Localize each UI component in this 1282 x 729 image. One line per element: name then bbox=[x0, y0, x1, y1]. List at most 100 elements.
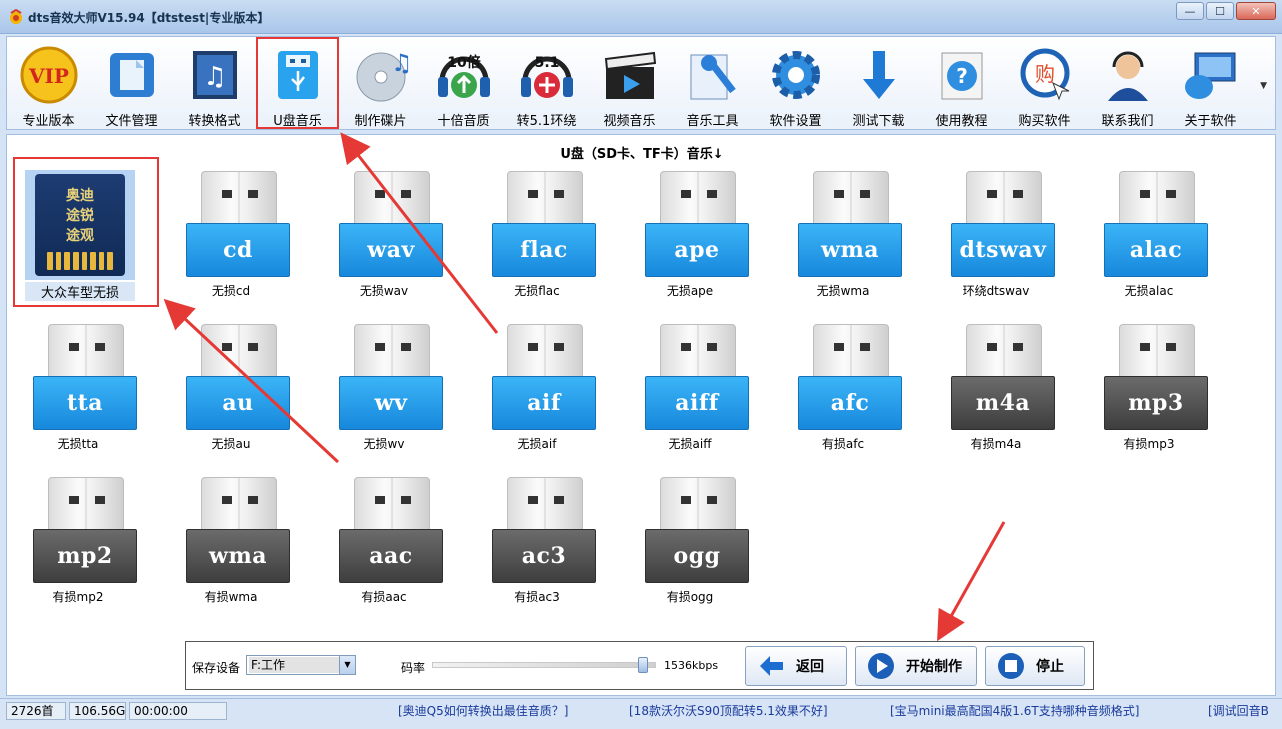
toolbar-label: 关于软件 bbox=[1184, 114, 1237, 129]
minimize-button[interactable]: — bbox=[1176, 2, 1204, 20]
format-item-flac-2[interactable]: flac 无损flac bbox=[467, 171, 607, 311]
toolbar-burn-disc[interactable]: ♫ 制作碟片 bbox=[339, 37, 422, 129]
save-device-value: F:工作 bbox=[249, 657, 339, 673]
format-caption: 有损mp3 bbox=[1123, 437, 1175, 451]
format-item-alac-6[interactable]: alac 无损alac bbox=[1079, 171, 1219, 311]
toolbar-buy[interactable]: 购 购买软件 bbox=[1003, 37, 1086, 129]
stop-button[interactable]: 停止 bbox=[985, 646, 1085, 686]
usb-icon bbox=[278, 51, 318, 99]
format-caption: 无损aiff bbox=[668, 437, 712, 451]
format-item-afc-12[interactable]: afc 有损afc bbox=[773, 324, 913, 464]
format-badge: wma bbox=[798, 223, 902, 277]
format-item-dtswav-5[interactable]: dtswav 环绕dtswav bbox=[926, 171, 1066, 311]
usb-drive-icon bbox=[1119, 171, 1195, 230]
toolbar-pro-version[interactable]: VIP 专业版本 bbox=[7, 37, 90, 129]
format-caption: 无损au bbox=[211, 437, 251, 451]
toolbar-contact[interactable]: 联系我们 bbox=[1086, 37, 1169, 129]
format-caption: 无损alac bbox=[1124, 284, 1174, 298]
toolbar-file-manager[interactable]: 文件管理 bbox=[90, 37, 173, 129]
format-item-ape-3[interactable]: ape 无损ape bbox=[620, 171, 760, 311]
arrow-left-icon bbox=[760, 656, 783, 676]
format-item-aac-17[interactable]: aac 有损aac bbox=[314, 477, 454, 617]
format-item-wma-4[interactable]: wma 无损wma bbox=[773, 171, 913, 311]
chevron-down-icon[interactable]: ▼ bbox=[339, 656, 355, 674]
format-badge: ape bbox=[645, 223, 749, 277]
usb-drive-icon bbox=[201, 171, 277, 230]
toolbar-video-music[interactable]: 视频音乐 bbox=[588, 37, 671, 129]
format-badge: wav bbox=[339, 223, 443, 277]
usb-drive-icon bbox=[813, 324, 889, 383]
usb-drive-icon bbox=[48, 324, 124, 383]
control-bar: 保存设备 F:工作 ▼ 码率 1536kbps 返回 开始制作 停止 bbox=[185, 641, 1094, 690]
toolbar-usb-music[interactable]: U盘音乐 bbox=[256, 37, 339, 129]
toolbar-overflow-icon[interactable]: ▼ bbox=[1260, 81, 1267, 91]
highlight-box-featured bbox=[13, 157, 159, 307]
status-link[interactable]: [宝马mini最高配国4版1.6T支持哪种音频格式] bbox=[890, 702, 1139, 719]
format-badge: cd bbox=[186, 223, 290, 277]
format-item-au-8[interactable]: au 无损au bbox=[161, 324, 301, 464]
format-item-ogg-19[interactable]: ogg 有损ogg bbox=[620, 477, 760, 617]
window-title: dts音效大师V15.94【dtstest|专业版本】 bbox=[28, 11, 270, 25]
start-button-label: 开始制作 bbox=[906, 659, 962, 675]
save-device-select[interactable]: F:工作 ▼ bbox=[246, 655, 356, 675]
format-badge: afc bbox=[798, 376, 902, 430]
format-item-aif-10[interactable]: aif 无损aif bbox=[467, 324, 607, 464]
svg-text:♫: ♫ bbox=[391, 49, 411, 77]
format-badge: au bbox=[186, 376, 290, 430]
headphone-10x-icon: 10倍 bbox=[438, 54, 490, 98]
format-caption: 有损ac3 bbox=[514, 590, 560, 604]
format-item-aiff-11[interactable]: aiff 无损aiff bbox=[620, 324, 760, 464]
format-item-wv-9[interactable]: wv 无损wv bbox=[314, 324, 454, 464]
toolbar-convert-format[interactable]: ♫ 转换格式 bbox=[173, 37, 256, 129]
toolbar-music-tools[interactable]: 音乐工具 bbox=[671, 37, 754, 129]
usb-drive-icon bbox=[354, 171, 430, 230]
status-duration: 00:00:00 bbox=[129, 702, 227, 720]
toolbar-test-download[interactable]: 测试下载 bbox=[837, 37, 920, 129]
bitrate-slider[interactable] bbox=[432, 657, 656, 673]
close-button[interactable]: ✕ bbox=[1236, 2, 1276, 20]
format-item-ac3-18[interactable]: ac3 有损ac3 bbox=[467, 477, 607, 617]
usb-drive-icon bbox=[660, 477, 736, 536]
usb-drive-icon bbox=[48, 477, 124, 536]
toolbar-label: 文件管理 bbox=[105, 114, 158, 129]
format-badge: alac bbox=[1104, 223, 1208, 277]
bitrate-slider-thumb[interactable] bbox=[638, 657, 649, 673]
toolbar-10x-quality[interactable]: 10倍 十倍音质 bbox=[422, 37, 505, 129]
format-caption: 环绕dtswav bbox=[962, 284, 1030, 298]
format-badge: m4a bbox=[951, 376, 1055, 430]
format-grid-panel: U盘（SD卡、TF卡）音乐↓ 奥迪 途锐 途观 大众车型无损 cd 无损cd wav… bbox=[6, 134, 1276, 696]
format-badge: aif bbox=[492, 376, 596, 430]
format-item-cd-0[interactable]: cd 无损cd bbox=[161, 171, 301, 311]
tools-icon bbox=[690, 54, 736, 100]
toolbar-label: 视频音乐 bbox=[603, 114, 656, 129]
toolbar-label: 测试下载 bbox=[852, 114, 905, 129]
format-item-mp2-15[interactable]: mp2 有损mp2 bbox=[8, 477, 148, 617]
format-item-wma-16[interactable]: wma 有损wma bbox=[161, 477, 301, 617]
toolbar-label: U盘音乐 bbox=[273, 114, 322, 129]
format-badge: wv bbox=[339, 376, 443, 430]
start-button[interactable]: 开始制作 bbox=[855, 646, 977, 686]
format-item-tta-7[interactable]: tta 无损tta bbox=[8, 324, 148, 464]
format-item-wav-1[interactable]: wav 无损wav bbox=[314, 171, 454, 311]
maximize-button[interactable]: ☐ bbox=[1206, 2, 1234, 20]
headphone-51-icon: 5.1 bbox=[521, 55, 573, 98]
status-link[interactable]: [奥迪Q5如何转换出最佳音质？] bbox=[398, 702, 568, 719]
status-link[interactable]: [调试回音B bbox=[1208, 702, 1269, 719]
usb-drive-icon bbox=[660, 324, 736, 383]
back-button[interactable]: 返回 bbox=[745, 646, 847, 686]
format-badge: dtswav bbox=[951, 223, 1055, 277]
format-caption: 无损tta bbox=[57, 437, 99, 451]
vip-text: VIP bbox=[28, 64, 69, 88]
format-caption: 无损flac bbox=[514, 284, 560, 298]
toolbar-51-surround[interactable]: 5.1 转5.1环绕 bbox=[505, 37, 588, 129]
toolbar-tutorial[interactable]: ? 使用教程 bbox=[920, 37, 1003, 129]
toolbar-settings[interactable]: 软件设置 bbox=[754, 37, 837, 129]
usb-drive-icon bbox=[1119, 324, 1195, 383]
toolbar-about[interactable]: 关于软件 bbox=[1169, 37, 1252, 129]
format-item-m4a-13[interactable]: m4a 有损m4a bbox=[926, 324, 1066, 464]
toolbar-label: 转5.1环绕 bbox=[516, 114, 577, 129]
format-item-mp3-14[interactable]: mp3 有损mp3 bbox=[1079, 324, 1219, 464]
status-link[interactable]: [18款沃尔沃S90顶配转5.1效果不好] bbox=[629, 702, 828, 719]
usb-drive-icon bbox=[966, 324, 1042, 383]
back-button-label: 返回 bbox=[796, 659, 824, 675]
